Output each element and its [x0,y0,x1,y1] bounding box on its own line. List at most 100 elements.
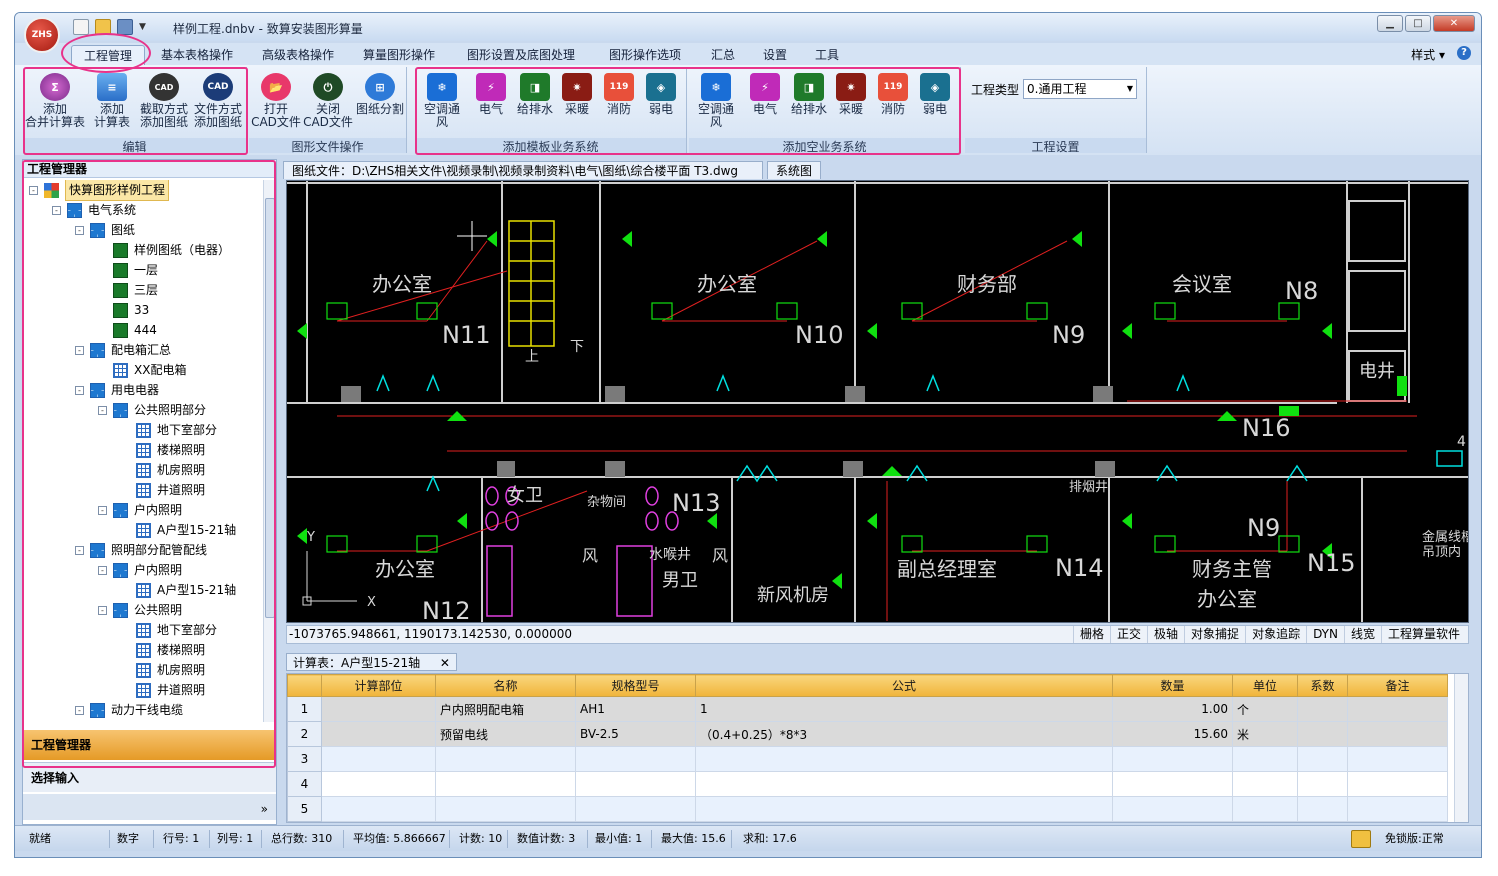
add-calc-button[interactable]: ≡ 添加 计算表 [87,73,137,129]
cell-note[interactable] [1347,746,1448,772]
cell-qty[interactable] [1112,796,1233,822]
tree-scrollbar[interactable] [263,180,276,722]
cell-unit[interactable] [1232,796,1298,822]
cell-formula[interactable] [695,771,1113,797]
tpl-water-button[interactable]: ◨ 给排水 [515,73,555,116]
tab-graphics-settings[interactable]: 图形设置及底图处理 [467,45,575,65]
mode-dyn[interactable]: DYN [1306,626,1344,643]
tree-node[interactable]: 地下室部分 [121,420,217,440]
cell-name[interactable] [435,746,576,772]
project-type-select[interactable]: 0.通用工程 ▼ [1023,79,1137,99]
table-row[interactable]: 1 户内照明配电箱 AH1 1 1.00 个 [287,696,1448,722]
mode-lineweight[interactable]: 线宽 [1343,626,1381,643]
close-cad-button[interactable]: ⏻ 关闭 CAD文件 [303,73,353,129]
save-icon[interactable] [117,19,133,35]
new-icon[interactable] [73,19,89,35]
tree-node[interactable]: 楼梯照明 [121,640,205,660]
cell-coef[interactable] [1297,721,1348,747]
tree-node[interactable]: A户型15-21轴 [121,520,236,540]
cell-coef[interactable] [1297,696,1348,722]
tree-node[interactable]: - 电气系统 [52,200,136,220]
tree-node[interactable]: - 公共照明 [98,600,182,620]
cell-formula[interactable] [695,796,1113,822]
tab-basic-table[interactable]: 基本表格操作 [161,45,233,65]
row-number[interactable]: 2 [287,721,322,747]
empty-weak-current-button[interactable]: ◈ 弱电 [915,73,955,116]
cell-spec[interactable]: BV-2.5 [575,721,696,747]
cell-qty[interactable] [1112,771,1233,797]
cell-name[interactable] [435,771,576,797]
grid-scrollbar[interactable] [1454,674,1468,822]
tree-node[interactable]: - 用电电器 [75,380,159,400]
cell-qty[interactable]: 15.60 [1112,721,1233,747]
collapse-toggle-icon[interactable]: - [75,385,84,395]
cell-unit[interactable]: 米 [1232,721,1298,747]
row-number[interactable]: 5 [287,796,322,822]
col-header-formula[interactable]: 公式 [695,674,1113,697]
minimize-button[interactable]: ▁ [1377,15,1403,32]
cell-spec[interactable]: AH1 [575,696,696,722]
tree-node[interactable]: 楼梯照明 [121,440,205,460]
cell-qty[interactable] [1112,746,1233,772]
maximize-button[interactable]: □ [1405,15,1431,32]
cell-part[interactable] [321,721,436,747]
tpl-fire-button[interactable]: 119 消防 [599,73,639,116]
tree-node[interactable]: 样例图纸（电器） [98,240,230,260]
collapse-toggle-icon[interactable]: - [75,345,84,355]
empty-heating-button[interactable]: ✷ 采暖 [831,73,871,116]
col-header-unit[interactable]: 单位 [1232,674,1298,697]
mode-grid[interactable]: 栅格 [1073,626,1110,643]
tpl-weak-current-button[interactable]: ◈ 弱电 [641,73,681,116]
collapse-toggle-icon[interactable]: - [75,545,84,555]
tab-advanced-table[interactable]: 高级表格操作 [262,45,334,65]
cell-unit[interactable] [1232,746,1298,772]
style-menu[interactable]: 样式 ▾ [1411,46,1445,63]
cell-part[interactable] [321,796,436,822]
qat-dropdown-icon[interactable]: ▼ [139,19,149,35]
tree-node[interactable]: - 户内照明 [98,500,182,520]
open-cad-button[interactable]: 📂 打开 CAD文件 [251,73,301,129]
col-header-coef[interactable]: 系数 [1297,674,1348,697]
tree-node[interactable]: 地下室部分 [121,620,217,640]
collapse-toggle-icon[interactable]: - [98,505,107,515]
empty-electric-button[interactable]: ⚡ 电气 [745,73,785,116]
tree-node[interactable]: 三层 [98,280,158,300]
close-tab-icon[interactable]: ✕ [440,656,450,670]
tpl-heating-button[interactable]: ✷ 采暖 [557,73,597,116]
collapse-toggle-icon[interactable]: - [98,565,107,575]
mode-quantity-software[interactable]: 工程算量软件 [1380,626,1466,643]
collapse-toggle-icon[interactable]: - [98,605,107,615]
row-number[interactable]: 3 [287,746,322,772]
tab-graphics-options[interactable]: 图形操作选项 [609,45,681,65]
cell-qty[interactable]: 1.00 [1112,696,1233,722]
split-drawing-button[interactable]: ⊞ 图纸分割 [353,73,407,116]
mode-polar[interactable]: 极轴 [1147,626,1184,643]
tree-node[interactable]: - 快算图形样例工程 [29,180,170,201]
mode-otrack[interactable]: 对象追踪 [1245,626,1306,643]
help-icon[interactable]: ? [1457,46,1471,60]
open-folder-icon[interactable] [95,19,111,35]
tab-tools[interactable]: 工具 [815,45,839,65]
tree-node[interactable]: 机房照明 [121,460,205,480]
row-number[interactable]: 1 [287,696,322,722]
tree-node[interactable]: - 照明部分配管配线 [75,540,207,560]
tree-node[interactable]: - 配电箱汇总 [75,340,171,360]
cell-spec[interactable] [575,746,696,772]
tab-summary[interactable]: 汇总 [711,45,735,65]
table-row[interactable]: 4 [287,771,1448,797]
empty-water-button[interactable]: ◨ 给排水 [789,73,829,116]
cell-part[interactable] [321,746,436,772]
tab-system-diagram[interactable]: 系统图 [767,161,822,179]
cell-unit[interactable]: 个 [1232,696,1298,722]
tab-project-manager[interactable]: 工程管理器 [23,730,276,760]
cad-canvas[interactable]: 办公室 办公室 财务部 会议室 电井 办公室 女卫 男卫 新风机房 副总经理室 … [286,180,1469,623]
cell-coef[interactable] [1297,796,1348,822]
cell-formula[interactable]: 1 [695,696,1113,722]
col-header-part[interactable]: 计算部位 [321,674,436,697]
app-logo[interactable]: ZHS [24,17,60,53]
tree-node[interactable]: - 图纸 [75,220,135,240]
tpl-electric-button[interactable]: ⚡ 电气 [471,73,511,116]
cell-spec[interactable] [575,771,696,797]
cell-part[interactable] [321,771,436,797]
tree-node[interactable]: - 公共照明部分 [98,400,206,420]
